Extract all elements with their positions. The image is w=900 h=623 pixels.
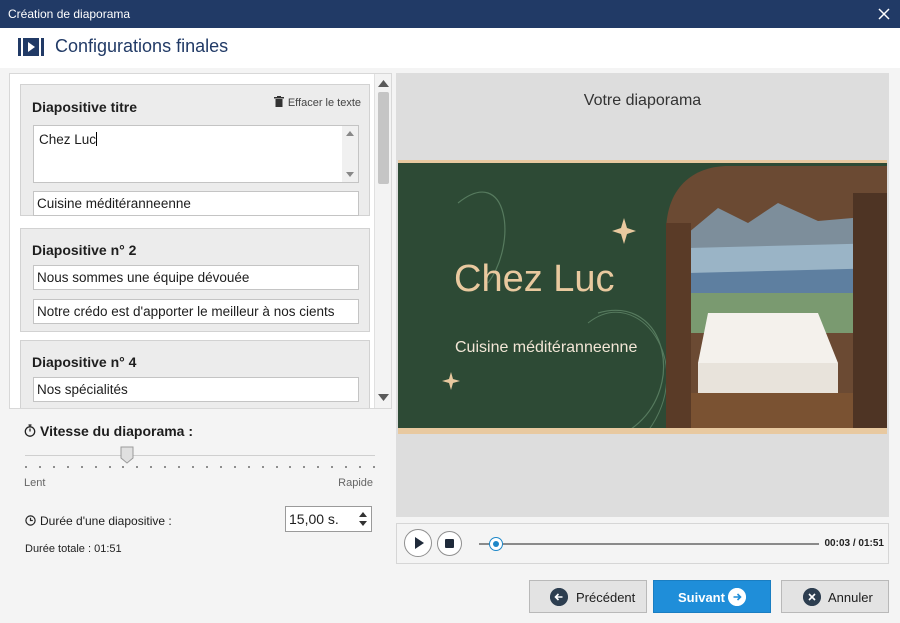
scroll-down-icon[interactable] [378,394,389,402]
speed-tick [81,466,83,468]
arrow-right-icon [728,588,746,606]
speed-max-label: Rapide [338,477,373,489]
speed-tick [220,466,222,468]
speed-track [25,455,375,456]
cancel-button[interactable]: Annuler [781,580,889,613]
speed-tick [25,466,27,468]
stop-button[interactable] [437,531,462,556]
speed-slider-handle[interactable] [120,446,134,464]
slide-preview: Chez Luc Cuisine méditéranneenne [398,160,887,434]
speed-tick [234,466,236,468]
slide-card-2: Diapositive n° 2 Nous sommes une équipe … [20,228,370,332]
speed-tick [289,466,291,468]
speed-ticks [25,466,375,468]
close-icon[interactable] [874,4,894,24]
speed-tick [331,466,333,468]
playback-bar: 00:03 / 01:51 [396,523,889,564]
speed-heading: Vitesse du diaporama : [24,423,193,439]
trash-icon [273,96,284,107]
slide-title-text: Chez Luc [454,258,615,300]
speed-tick [109,466,111,468]
slide-duration-label: Durée d'une diapositive : [25,514,172,528]
speed-tick [248,466,250,468]
scrollbar-thumb[interactable] [378,92,389,184]
total-duration: Durée totale : 01:51 [25,543,122,555]
close-circle-icon [803,588,821,606]
speed-tick [276,466,278,468]
scroll-up-icon[interactable] [378,79,389,87]
slideshow-icon [18,38,44,56]
slide-text-input[interactable]: Nos spécialités [33,377,359,402]
slides-text-panel: Diapositive titre Effacer le texte Chez … [9,73,392,409]
speed-tick [178,466,180,468]
slide-title-textarea[interactable]: Chez Luc [33,125,359,183]
speed-slider[interactable] [25,446,375,481]
slide-card-title: Diapositive titre Effacer le texte Chez … [20,84,370,216]
stopwatch-icon [24,424,36,437]
previous-button[interactable]: Précédent [529,580,647,613]
arrow-left-icon [550,588,568,606]
dialog-body: Diapositive titre Effacer le texte Chez … [0,68,900,623]
clock-icon [25,515,36,526]
text-cursor [96,132,98,146]
restaurant-photo [666,166,887,431]
speed-tick [136,466,138,468]
speed-tick [192,466,194,468]
page-title: Configurations finales [55,36,229,56]
textarea-scrollbar[interactable] [342,126,358,182]
slide-duration-spinbox[interactable]: 15,00 s. [285,506,372,532]
slide-subtitle-text: Cuisine méditéranneenne [455,339,638,356]
progress-track[interactable] [479,543,819,545]
progress-handle[interactable] [489,537,504,551]
slide-card-heading: Diapositive n° 4 [32,354,137,370]
playback-time: 00:03 / 01:51 [824,538,885,549]
speed-tick [206,466,208,468]
speed-tick [303,466,305,468]
panel-scrollbar[interactable] [374,74,391,408]
window-title: Création de diaporama [8,7,131,21]
speed-tick [317,466,319,468]
speed-tick [164,466,166,468]
play-button[interactable] [404,529,432,557]
speed-tick [122,466,124,468]
dialog-header: Configurations finales [0,28,900,68]
play-icon [415,537,424,549]
speed-tick [150,466,152,468]
speed-tick [373,466,375,468]
stop-icon [445,539,454,548]
next-button[interactable]: Suivant [653,580,771,613]
slide-text-input[interactable]: Notre crédo est d'apporter le meilleur à… [33,299,359,324]
preview-title: Votre diaporama [583,92,702,109]
slide-canvas: Chez Luc Cuisine méditéranneenne [398,163,887,431]
speed-tick [67,466,69,468]
speed-tick [262,466,264,468]
sparkle-icon [612,218,636,244]
slide-subtitle-input[interactable]: Cuisine méditéranneenne [33,191,359,216]
slide-card-heading: Diapositive n° 2 [32,242,137,258]
slide-card-4: Diapositive n° 4 Nos spécialités [20,340,370,408]
speed-tick [359,466,361,468]
speed-tick [345,466,347,468]
slide-card-heading: Diapositive titre [32,99,138,115]
spin-arrows-icon[interactable] [357,509,369,529]
speed-tick [39,466,41,468]
slideshow-preview: Votre diaporama Chez Luc Cuisine méditér… [396,73,889,517]
sparkle-icon [442,372,460,390]
speed-min-label: Lent [24,477,46,489]
speed-tick [95,466,97,468]
slide-text-input[interactable]: Nous sommes une équipe dévouée [33,265,359,290]
speed-tick [53,466,55,468]
clear-text-button[interactable]: Effacer le texte [273,96,361,109]
scroll-arrows-icon [346,131,354,177]
window-titlebar: Création de diaporama [0,0,900,28]
